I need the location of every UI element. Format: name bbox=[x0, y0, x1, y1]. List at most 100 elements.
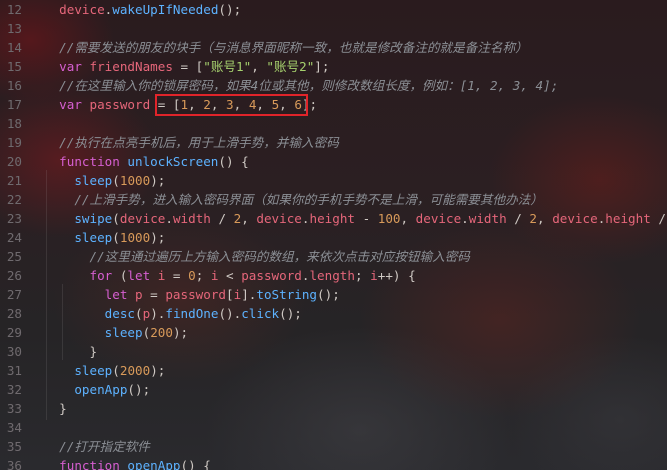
code-token: password bbox=[241, 268, 302, 283]
code-token: function bbox=[44, 458, 128, 470]
code-token: - bbox=[354, 211, 378, 226]
code-token: (); bbox=[218, 2, 242, 17]
code-line-35[interactable]: 35 //打开指定软件 bbox=[0, 437, 667, 456]
code-token: //执行在点亮手机后，用于上滑手势，并输入密码 bbox=[44, 135, 339, 150]
code-text: desc(p).findOne().click(); bbox=[44, 304, 302, 323]
code-token: = [ bbox=[172, 59, 204, 74]
code-line-26[interactable]: 26 for (let i = 0; i < password.length; … bbox=[0, 266, 667, 285]
code-token: , bbox=[251, 59, 267, 74]
line-number: 26 bbox=[6, 268, 22, 283]
code-token: width bbox=[172, 211, 211, 226]
code-token: ]. bbox=[241, 287, 257, 302]
code-token: openApp bbox=[74, 382, 128, 397]
code-token: function bbox=[44, 154, 128, 169]
code-line-32[interactable]: 32 openApp(); bbox=[0, 380, 667, 399]
code-token: findOne bbox=[165, 306, 219, 321]
code-line-28[interactable]: 28 desc(p).findOne().click(); bbox=[0, 304, 667, 323]
code-token: = bbox=[165, 268, 189, 283]
code-token: //打开指定软件 bbox=[44, 439, 150, 454]
code-line-23[interactable]: 23 swipe(device.width / 2, device.height… bbox=[0, 209, 667, 228]
code-token: ); bbox=[150, 363, 166, 378]
code-token: , bbox=[400, 211, 416, 226]
line-number: 21 bbox=[6, 173, 22, 188]
code-token: 100 bbox=[377, 211, 401, 226]
code-text: //上滑手势，进入输入密码界面（如果你的手机手势不是上滑，可能需要其他办法） bbox=[44, 190, 543, 209]
code-text: //这里通过遍历上方输入密码的数组，来依次点击对应按钮输入密码 bbox=[44, 247, 469, 266]
code-token: i bbox=[370, 268, 378, 283]
line-number: 19 bbox=[6, 135, 22, 150]
code-line-36[interactable]: 36 function openApp() { bbox=[0, 456, 667, 470]
code-line-24[interactable]: 24 sleep(1000); bbox=[0, 228, 667, 247]
code-token: password bbox=[165, 287, 226, 302]
code-token: 1000 bbox=[119, 173, 151, 188]
code-line-15[interactable]: 15 var friendNames = ["账号1", "账号2"]; bbox=[0, 57, 667, 76]
line-number: 25 bbox=[6, 249, 22, 264]
code-token: (). bbox=[218, 306, 242, 321]
code-token: length bbox=[309, 268, 355, 283]
line-number: 36 bbox=[6, 458, 22, 470]
code-line-31[interactable]: 31 sleep(2000); bbox=[0, 361, 667, 380]
code-line-34[interactable]: 34 bbox=[0, 418, 667, 437]
code-line-12[interactable]: 12 device.wakeUpIfNeeded(); bbox=[0, 0, 667, 19]
code-token: ); bbox=[150, 230, 166, 245]
code-line-14[interactable]: 14 //需要发送的朋友的块手（与消息界面昵称一致，也就是修改备注的就是备注名称… bbox=[0, 38, 667, 57]
code-line-25[interactable]: 25 //这里通过遍历上方输入密码的数组，来依次点击对应按钮输入密码 bbox=[0, 247, 667, 266]
code-token: i bbox=[150, 268, 166, 283]
code-text: let p = password[i].toString(); bbox=[44, 285, 340, 304]
code-line-19[interactable]: 19 //执行在点亮手机后，用于上滑手势，并输入密码 bbox=[0, 133, 667, 152]
line-number: 12 bbox=[6, 2, 22, 17]
code-token: sleep bbox=[74, 230, 113, 245]
line-number: 18 bbox=[6, 116, 22, 131]
code-text: function unlockScreen() { bbox=[44, 152, 249, 171]
code-token: 2000 bbox=[119, 363, 151, 378]
code-text: swipe(device.width / 2, device.height - … bbox=[44, 209, 666, 228]
line-number: 13 bbox=[6, 21, 22, 36]
code-token: [ bbox=[226, 287, 234, 302]
code-token: click bbox=[241, 306, 280, 321]
code-token: device bbox=[256, 211, 302, 226]
code-line-27[interactable]: 27 let p = password[i].toString(); bbox=[0, 285, 667, 304]
code-line-20[interactable]: 20 function unlockScreen() { bbox=[0, 152, 667, 171]
code-line-29[interactable]: 29 sleep(200); bbox=[0, 323, 667, 342]
code-token: } bbox=[44, 344, 98, 359]
line-number: 34 bbox=[6, 420, 22, 435]
code-token: device bbox=[552, 211, 598, 226]
code-token: () { bbox=[180, 458, 211, 470]
code-line-17[interactable]: 17 var password = [1, 2, 3, 4, 5, 6]; bbox=[0, 95, 667, 114]
code-token: ; bbox=[195, 268, 211, 283]
code-token: (); bbox=[127, 382, 151, 397]
code-text: for (let i = 0; i < password.length; i++… bbox=[44, 266, 415, 285]
line-number: 28 bbox=[6, 306, 22, 321]
code-line-18[interactable]: 18 bbox=[0, 114, 667, 133]
code-token: / bbox=[210, 211, 234, 226]
code-line-22[interactable]: 22 //上滑手势，进入输入密码界面（如果你的手机手势不是上滑，可能需要其他办法… bbox=[0, 190, 667, 209]
code-line-33[interactable]: 33 } bbox=[0, 399, 667, 418]
code-token: ( bbox=[112, 268, 128, 283]
code-token: ( bbox=[112, 211, 120, 226]
line-number: 30 bbox=[6, 344, 22, 359]
code-token: 1000 bbox=[119, 230, 151, 245]
code-token: ; bbox=[354, 268, 371, 283]
code-line-13[interactable]: 13 bbox=[0, 19, 667, 38]
code-token: . bbox=[461, 211, 469, 226]
code-token: //在这里输入你的锁屏密码，如果4位或其他，则修改数组长度，例如：[1, 2, … bbox=[44, 78, 559, 93]
code-token: let bbox=[44, 287, 128, 302]
code-line-30[interactable]: 30 } bbox=[0, 342, 667, 361]
code-text: } bbox=[44, 399, 67, 418]
code-token: ( bbox=[135, 306, 143, 321]
code-line-21[interactable]: 21 sleep(1000); bbox=[0, 171, 667, 190]
code-line-16[interactable]: 16 //在这里输入你的锁屏密码，如果4位或其他，则修改数组长度，例如：[1, … bbox=[0, 76, 667, 95]
code-token: 0 bbox=[188, 268, 196, 283]
code-token: openApp bbox=[127, 458, 181, 470]
code-token: p bbox=[127, 287, 143, 302]
code-editor[interactable]: 12 device.wakeUpIfNeeded(); 13 14 //需要发送的朋… bbox=[0, 0, 667, 470]
code-token: toString bbox=[256, 287, 318, 302]
code-token: device bbox=[119, 211, 166, 226]
code-token: = bbox=[142, 287, 166, 302]
code-token: wakeUpIfNeeded bbox=[112, 2, 219, 17]
